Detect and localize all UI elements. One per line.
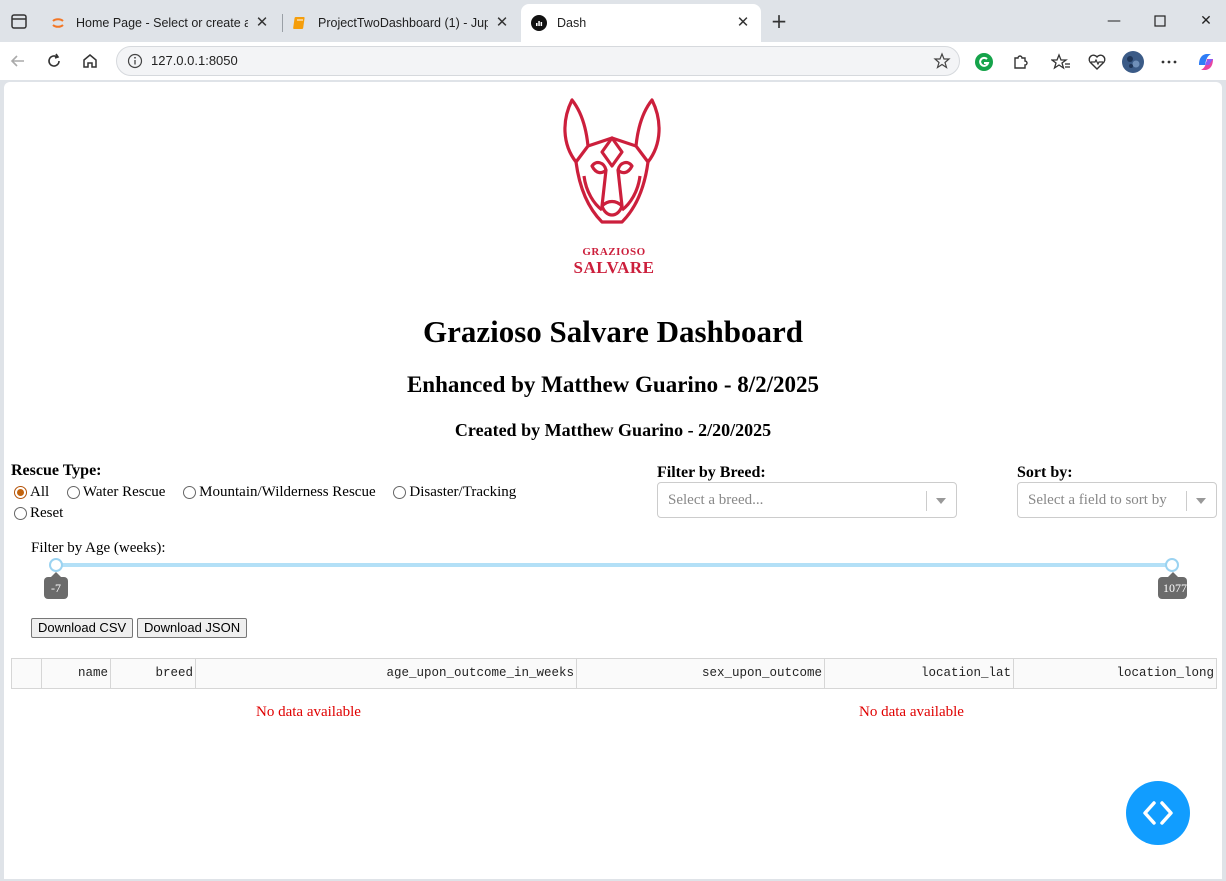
chevron-down-icon[interactable] xyxy=(1196,498,1206,504)
minimize-icon[interactable]: — xyxy=(1102,10,1126,32)
tab-title: Dash xyxy=(557,16,587,30)
age-min-tooltip: -7 xyxy=(44,572,68,599)
no-data-message-right: No data available xyxy=(859,704,964,720)
tab-title: Home Page - Select or create a no xyxy=(76,16,248,30)
radio-reset[interactable]: Reset xyxy=(14,504,63,524)
column-header-location-long[interactable]: location_long xyxy=(1014,659,1216,688)
browser-toolbar: 127.0.0.1:8050 xyxy=(0,42,1226,80)
column-header-age[interactable]: age_upon_outcome_in_weeks xyxy=(196,659,577,688)
dropdown-separator xyxy=(926,491,927,511)
dash-page: GRAZIOSO SALVARE Grazioso Salvare Dashbo… xyxy=(4,82,1222,879)
radio-disaster-tracking[interactable]: Disaster/Tracking xyxy=(393,482,516,502)
tab-actions-icon[interactable] xyxy=(8,12,30,32)
sort-by-label: Sort by: xyxy=(1017,464,1073,481)
url-text[interactable]: 127.0.0.1:8050 xyxy=(151,53,238,68)
profile-avatar[interactable] xyxy=(1122,51,1144,73)
rescue-type-label: Rescue Type: xyxy=(11,462,102,479)
age-range-slider-track[interactable] xyxy=(56,563,1172,567)
radio-label: Mountain/Wilderness Rescue xyxy=(199,483,376,500)
age-filter-label: Filter by Age (weeks): xyxy=(31,540,166,556)
logo-text-salvare: SALVARE xyxy=(573,258,655,277)
browser-tab-bar: Home Page - Select or create a no ✕ Proj… xyxy=(0,0,1226,44)
home-icon[interactable] xyxy=(80,51,100,71)
breed-placeholder: Select a breed... xyxy=(668,492,764,508)
age-max-tooltip: 1077 xyxy=(1158,572,1187,599)
window-close-icon[interactable]: ✕ xyxy=(1194,10,1218,32)
notebook-icon xyxy=(292,15,308,31)
column-header-select[interactable] xyxy=(12,659,42,688)
radio-indicator[interactable] xyxy=(66,485,80,499)
logo-text-grazioso: GRAZIOSO xyxy=(582,246,646,258)
age-slider-min-handle[interactable] xyxy=(49,558,63,572)
address-bar[interactable]: 127.0.0.1:8050 xyxy=(116,46,960,76)
radio-label: Disaster/Tracking xyxy=(409,483,517,500)
breed-filter-label: Filter by Breed: xyxy=(657,464,766,481)
page-title: Grazioso Salvare Dashboard xyxy=(422,314,804,349)
rescue-type-radio-group: All Water Rescue Mountain/Wilderness Res… xyxy=(14,482,574,525)
dash-debug-button[interactable] xyxy=(1126,781,1190,845)
close-icon[interactable]: ✕ xyxy=(735,15,751,31)
column-header-breed[interactable]: breed xyxy=(111,659,196,688)
tab-title: ProjectTwoDashboard (1) - Jupyte xyxy=(318,16,488,30)
refresh-icon[interactable] xyxy=(44,51,64,71)
created-by-subtitle: Created by Matthew Guarino - 2/20/2025 xyxy=(454,420,772,440)
sort-placeholder: Select a field to sort by xyxy=(1028,492,1167,508)
radio-indicator[interactable] xyxy=(14,507,27,520)
column-header-location-lat[interactable]: location_lat xyxy=(825,659,1014,688)
radio-label: Water Rescue xyxy=(82,483,166,500)
browser-essentials-icon[interactable] xyxy=(1086,51,1108,73)
download-csv-button[interactable]: Download CSV xyxy=(31,618,134,638)
close-icon[interactable]: ✕ xyxy=(254,15,270,31)
radio-label: Reset xyxy=(30,505,64,521)
data-table-header: name breed age_upon_outcome_in_weeks sex… xyxy=(11,658,1217,689)
radio-indicator[interactable] xyxy=(14,485,27,499)
breed-dropdown[interactable]: Select a breed... xyxy=(657,482,957,518)
sort-by-dropdown[interactable]: Select a field to sort by xyxy=(1017,482,1217,518)
favorites-icon[interactable] xyxy=(1050,51,1072,73)
dropdown-separator xyxy=(1186,491,1187,511)
tab-dash[interactable]: Dash ✕ xyxy=(521,4,761,42)
copilot-icon[interactable] xyxy=(1195,51,1217,73)
maximize-icon[interactable] xyxy=(1148,10,1172,32)
column-header-name[interactable]: name xyxy=(42,659,111,688)
radio-indicator[interactable] xyxy=(393,485,407,499)
code-brackets-icon xyxy=(1143,801,1173,825)
close-icon[interactable]: ✕ xyxy=(494,15,510,31)
radio-mountain-wilderness-rescue[interactable]: Mountain/Wilderness Rescue xyxy=(183,482,376,502)
chevron-down-icon[interactable] xyxy=(936,498,946,504)
extensions-icon[interactable] xyxy=(1009,51,1031,73)
grammarly-icon[interactable] xyxy=(973,51,995,73)
jupyter-icon xyxy=(50,15,66,31)
dash-icon xyxy=(531,15,547,31)
tab-home-page[interactable]: Home Page - Select or create a no ✕ xyxy=(40,6,280,40)
radio-all[interactable]: All xyxy=(14,482,49,502)
new-tab-button[interactable]: + xyxy=(768,10,790,32)
radio-label: All xyxy=(30,483,50,500)
enhanced-by-subtitle: Enhanced by Matthew Guarino - 8/2/2025 xyxy=(406,372,820,397)
age-slider-max-handle[interactable] xyxy=(1165,558,1179,572)
favorite-star-icon[interactable] xyxy=(933,52,951,70)
radio-indicator[interactable] xyxy=(183,485,197,499)
back-arrow-icon[interactable] xyxy=(8,51,28,71)
more-menu-icon[interactable] xyxy=(1158,51,1180,73)
no-data-message-left: No data available xyxy=(256,704,361,720)
radio-water-rescue[interactable]: Water Rescue xyxy=(66,482,166,502)
tab-jupyter-notebook[interactable]: ProjectTwoDashboard (1) - Jupyte ✕ xyxy=(282,6,520,40)
column-header-sex[interactable]: sex_upon_outcome xyxy=(577,659,825,688)
download-json-button[interactable]: Download JSON xyxy=(137,618,248,638)
info-icon[interactable] xyxy=(127,53,143,69)
